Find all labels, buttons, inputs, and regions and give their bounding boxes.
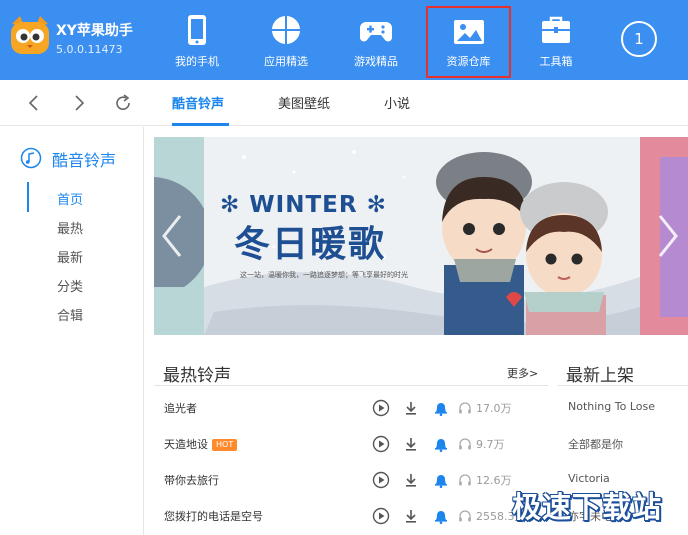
play-count: 17.0万	[476, 402, 512, 415]
set-ringtone-bell-icon[interactable]	[432, 507, 450, 525]
headphones-icon	[459, 474, 471, 486]
nav-label: 应用精选	[264, 55, 308, 68]
sidebar-item-categories[interactable]: 分类	[57, 276, 83, 295]
ringtone-name: 天造地设 HOT	[164, 436, 238, 452]
headphones-icon	[459, 510, 471, 522]
image-icon	[453, 20, 484, 44]
music-note-icon	[20, 147, 42, 169]
ringtone-name: 追光者	[164, 402, 197, 415]
new-release-item[interactable]: Nothing To Lose	[568, 400, 655, 413]
set-ringtone-bell-icon[interactable]	[432, 471, 450, 489]
app-version: 5.0.0.11473	[56, 43, 123, 56]
sidebar-active-marker	[27, 182, 29, 212]
banner-carousel[interactable]: ✻ WINTER ✻ 冬日暖歌 这一站，温暖你我，一路追逐梦想；等飞享最好的时光	[154, 137, 688, 335]
hot-ringtones-title: 最热铃声	[163, 366, 231, 386]
tab-wallpapers[interactable]: 美图壁纸	[278, 93, 330, 112]
headphones-icon	[459, 438, 471, 450]
play-icon[interactable]	[372, 471, 390, 489]
nav-label: 工具箱	[539, 55, 573, 68]
tab-ringtones[interactable]: 酷音铃声	[172, 93, 224, 112]
sidebar: 酷音铃声 首页 最热 最新 分类 合辑	[0, 127, 144, 535]
set-ringtone-bell-icon[interactable]	[432, 435, 450, 453]
play-count: 12.6万	[476, 474, 512, 487]
headphones-icon	[459, 402, 471, 414]
nav-label: 游戏精品	[354, 55, 398, 68]
download-icon[interactable]	[402, 399, 420, 417]
play-icon[interactable]	[372, 507, 390, 525]
app-name: XY苹果助手	[56, 23, 133, 39]
nav-label: 我的手机	[175, 55, 219, 68]
divider	[558, 385, 688, 386]
ringtone-row[interactable]: 天造地设 HOT 9.7万	[154, 426, 548, 462]
apps-icon	[272, 16, 300, 44]
tab-novels[interactable]: 小说	[384, 93, 410, 112]
site-watermark: 极速下载站	[512, 490, 663, 524]
ringtone-row[interactable]: 带你去旅行 12.6万	[154, 462, 548, 498]
forward-arrow-icon[interactable]	[68, 92, 90, 114]
new-release-item[interactable]: 全部都是你	[568, 436, 623, 452]
ringtone-name-text: 天造地设	[164, 438, 208, 451]
ringtone-row[interactable]: 追光者 17.0万	[154, 390, 548, 426]
download-icon[interactable]	[402, 507, 420, 525]
nav-toolbox[interactable]: 工具箱	[525, 0, 587, 80]
nav-label: 资源仓库	[446, 55, 491, 68]
ringtone-name: 带你去旅行	[164, 474, 219, 487]
banner-slogan: 这一站，温暖你我，一路追逐梦想；等飞享最好的时光	[240, 271, 408, 279]
sidebar-title: 酷音铃声	[52, 151, 117, 170]
top-bar: XY苹果助手 5.0.0.11473 我的手机 应用精选 游戏精品 资源仓库 工…	[0, 0, 688, 80]
ringtone-row[interactable]: 您拨打的电话是空号 2558.3万	[154, 498, 548, 534]
download-icon[interactable]	[402, 471, 420, 489]
app-logo-icon	[11, 16, 49, 54]
nav-my-phone[interactable]: 我的手机	[166, 0, 228, 80]
banner-title-cn: 冬日暖歌	[234, 224, 387, 265]
phone-icon	[188, 15, 206, 45]
sub-toolbar: 酷音铃声 美图壁纸 小说	[0, 80, 688, 126]
sidebar-item-hottest[interactable]: 最热	[57, 218, 83, 237]
nav-featured-apps[interactable]: 应用精选	[255, 0, 317, 80]
play-icon[interactable]	[372, 435, 390, 453]
set-ringtone-bell-icon[interactable]	[432, 399, 450, 417]
notification-badge[interactable]: 1	[621, 21, 657, 57]
sidebar-item-newest[interactable]: 最新	[57, 247, 83, 266]
new-releases-title: 最新上架	[566, 366, 634, 386]
gamepad-icon	[360, 22, 392, 42]
play-count: 9.7万	[476, 438, 505, 451]
play-icon[interactable]	[372, 399, 390, 417]
divider	[154, 385, 548, 386]
nav-resources[interactable]: 资源仓库	[426, 6, 511, 78]
active-tab-indicator	[172, 123, 229, 126]
toolbox-icon	[542, 16, 570, 43]
ringtone-name: 您拨打的电话是空号	[164, 510, 263, 523]
more-link[interactable]: 更多>	[507, 365, 538, 381]
banner-prev-arrow-icon[interactable]	[158, 212, 188, 260]
refresh-icon[interactable]	[112, 92, 134, 114]
back-arrow-icon[interactable]	[23, 92, 45, 114]
banner-next-arrow-icon[interactable]	[652, 212, 682, 260]
nav-featured-games[interactable]: 游戏精品	[345, 0, 407, 80]
hot-badge: HOT	[212, 439, 238, 451]
sidebar-item-collections[interactable]: 合辑	[57, 305, 83, 324]
download-icon[interactable]	[402, 435, 420, 453]
sidebar-item-home[interactable]: 首页	[57, 189, 83, 208]
